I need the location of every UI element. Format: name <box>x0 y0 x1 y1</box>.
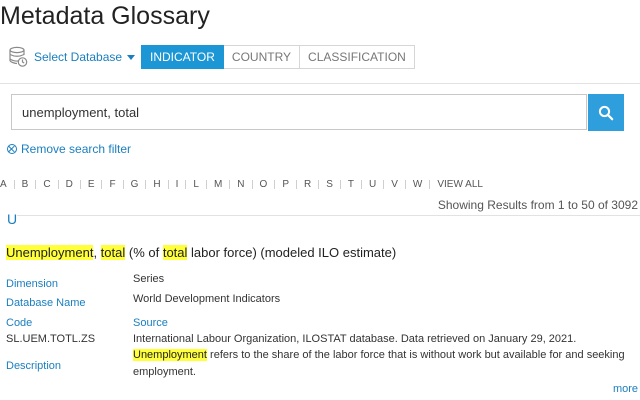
alphabet-filter: A B C D E F G H I L M N O P R S T U V W VIEW ALL <box>0 179 483 190</box>
alphabet-letter-m[interactable]: M <box>214 179 222 190</box>
category-tabs: INDICATOR COUNTRY CLASSIFICATION <box>141 45 415 69</box>
section-divider <box>17 215 640 216</box>
alphabet-separator <box>57 180 59 189</box>
alphabet-letter-v[interactable]: V <box>391 179 398 190</box>
alphabet-letter-s[interactable]: S <box>326 179 333 190</box>
tab-country[interactable]: COUNTRY <box>223 45 301 69</box>
remove-search-filter-link[interactable]: Remove search filter <box>7 142 131 156</box>
alphabet-letter-e[interactable]: E <box>88 179 95 190</box>
description-line-2: employment. <box>133 366 196 378</box>
alphabet-separator <box>13 180 15 189</box>
alphabet-separator <box>339 180 341 189</box>
alphabet-letter-g[interactable]: G <box>131 179 139 190</box>
divider <box>0 83 640 84</box>
dimension-value: Series <box>133 273 165 285</box>
alphabet-separator <box>318 180 320 189</box>
select-database-label: Select Database <box>34 50 123 64</box>
alphabet-separator <box>404 180 406 189</box>
alphabet-letter-d[interactable]: D <box>66 179 73 190</box>
search-highlight: Unemployment <box>133 349 207 361</box>
alphabet-letter-a[interactable]: A <box>0 179 7 190</box>
source-label: Source <box>133 317 168 329</box>
alphabet-separator <box>145 180 147 189</box>
alphabet-separator <box>122 180 124 189</box>
alphabet-letter-c[interactable]: C <box>43 179 50 190</box>
search-input[interactable] <box>11 94 587 130</box>
alphabet-separator <box>35 180 37 189</box>
alphabet-separator <box>185 180 187 189</box>
tab-classification[interactable]: CLASSIFICATION <box>300 45 415 69</box>
alphabet-separator <box>101 180 103 189</box>
tab-indicator[interactable]: INDICATOR <box>141 45 224 69</box>
alphabet-letter-r[interactable]: R <box>304 179 311 190</box>
title-text: , <box>93 245 101 260</box>
results-summary: Showing Results from 1 to 50 of 3092 <box>437 198 638 212</box>
title-text: (% of <box>125 245 163 260</box>
search-highlight: total <box>100 245 126 260</box>
alphabet-letter-p[interactable]: P <box>282 179 289 190</box>
alphabet-separator <box>429 180 431 189</box>
search-highlight: Unemployment <box>6 245 94 260</box>
alphabet-letter-b[interactable]: B <box>22 179 29 190</box>
title-text: labor force) (modeled ILO estimate) <box>187 245 397 260</box>
alphabet-letter-n[interactable]: N <box>237 179 244 190</box>
database-name-label: Database Name <box>6 297 86 309</box>
alphabet-separator <box>79 180 81 189</box>
code-label: Code <box>6 317 33 329</box>
alphabet-separator <box>205 180 207 189</box>
section-letter: U <box>7 211 18 227</box>
view-all-link[interactable]: VIEW ALL <box>437 179 483 190</box>
more-link[interactable]: more <box>613 383 638 395</box>
source-value: International Labour Organization, ILOST… <box>133 333 577 345</box>
database-icon <box>9 46 28 67</box>
alphabet-separator <box>251 180 253 189</box>
alphabet-separator <box>229 180 231 189</box>
description-line-1: Unemployment refers to the share of the … <box>133 349 625 361</box>
code-value: SL.UEM.TOTL.ZS <box>6 333 96 345</box>
database-name-value: World Development Indicators <box>133 293 281 305</box>
alphabet-letter-u[interactable]: U <box>369 179 376 190</box>
remove-filter-label: Remove search filter <box>21 142 132 156</box>
alphabet-letter-l[interactable]: L <box>193 179 199 190</box>
alphabet-letter-o[interactable]: O <box>260 179 268 190</box>
indicator-title[interactable]: Unemployment, total (% of total labor fo… <box>6 245 396 260</box>
alphabet-letter-f[interactable]: F <box>109 179 115 190</box>
page-title: Metadata Glossary <box>0 2 210 30</box>
search-highlight: total <box>162 245 188 260</box>
alphabet-letter-i[interactable]: I <box>176 179 179 190</box>
alphabet-separator <box>295 180 297 189</box>
select-database-dropdown[interactable]: Select Database <box>8 46 136 68</box>
alphabet-separator <box>383 180 385 189</box>
remove-circle-icon <box>7 144 17 154</box>
alphabet-separator <box>167 180 169 189</box>
search-icon <box>598 105 614 120</box>
search-button[interactable] <box>588 94 624 131</box>
dimension-label: Dimension <box>6 278 58 290</box>
alphabet-letter-w[interactable]: W <box>413 179 422 190</box>
alphabet-letter-h[interactable]: H <box>153 179 160 190</box>
description-text: refers to the share of the labor force t… <box>206 349 625 361</box>
alphabet-separator <box>361 180 362 189</box>
description-label: Description <box>6 360 62 372</box>
alphabet-separator <box>274 180 276 189</box>
alphabet-letter-t[interactable]: T <box>348 179 354 190</box>
chevron-down-icon <box>127 54 136 60</box>
